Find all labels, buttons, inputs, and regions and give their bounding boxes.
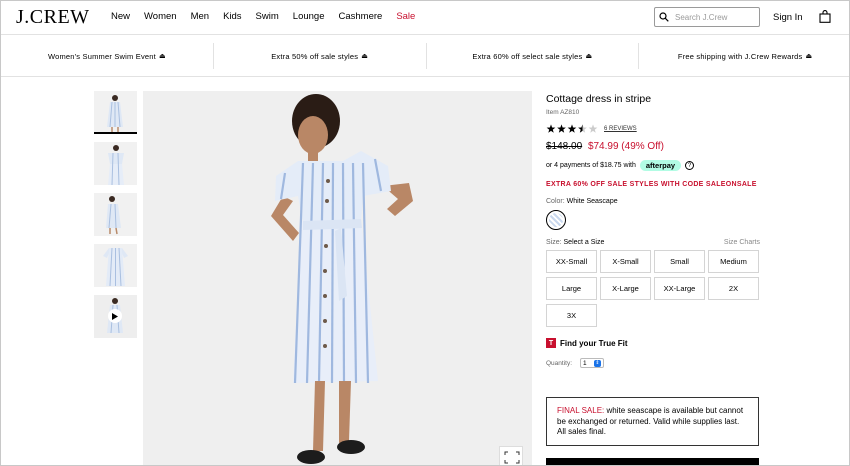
promo-extra-50[interactable]: Extra 50% off sale styles ⏏ [214,43,427,69]
thumbnail-2[interactable] [94,142,137,185]
thumbnail-4[interactable] [94,244,137,287]
star-icon [588,124,598,133]
size-small[interactable]: Small [654,250,705,273]
final-sale-notice: FINAL SALE: white seascape is available … [546,397,759,446]
color-label: Color: [546,198,565,205]
item-number: Item AZ810 [546,109,580,116]
afterpay-text: or 4 payments of $18.75 with [546,162,636,169]
rating-stars [546,124,598,133]
size-charts-link[interactable]: Size Charts [724,239,760,246]
reviews-link[interactable]: 6 REVIEWS [604,126,637,132]
star-icon [557,124,566,133]
nav-men[interactable]: Men [191,11,209,22]
nav-kids[interactable]: Kids [223,11,241,22]
main-nav: New Women Men Kids Swim Lounge Cashmere … [111,11,429,22]
quantity-value: 1 [583,359,587,367]
thumbnail-list [94,91,137,346]
size-xx-small[interactable]: XX-Small [546,250,597,273]
size-grid: XX-Small X-Small Small Medium Large X-La… [546,250,760,327]
size-x-large[interactable]: X-Large [600,277,651,300]
search-input[interactable]: Search J.Crew [654,7,760,27]
size-3x[interactable]: 3X [546,304,597,327]
size-medium[interactable]: Medium [708,250,759,273]
nav-lounge[interactable]: Lounge [293,11,325,22]
promo-label: Extra 60% off select sale styles [472,51,583,61]
color-value: White Seascape [566,198,618,205]
search-placeholder: Search J.Crew [675,12,728,22]
promo-free-shipping[interactable]: Free shipping with J.Crew Rewards ⏏ [639,43,849,69]
upload-icon: ⏏ [585,53,593,60]
upload-icon: ⏏ [158,53,166,60]
sign-in-link[interactable]: Sign In [773,12,803,23]
size-x-small[interactable]: X-Small [600,250,651,273]
upload-icon: ⏏ [805,53,813,60]
star-icon [546,124,556,133]
nav-cashmere[interactable]: Cashmere [338,11,382,22]
promo-label: Free shipping with J.Crew Rewards [677,51,803,61]
nav-new[interactable]: New [111,11,130,22]
truefit-logo-icon: T [546,338,556,348]
info-icon[interactable]: ? [685,161,695,170]
chevron-updown-icon: ⇕ [594,359,602,367]
true-fit-link[interactable]: T Find your True Fit [546,338,760,348]
final-sale-label: FINAL SALE: [557,406,605,415]
original-price: $148.00 [546,141,583,152]
extra-promo: EXTRA 60% OFF SALE STYLES WITH CODE SALE… [546,181,757,188]
sale-price: $74.99 (49% Off) [587,141,664,152]
afterpay-row: or 4 payments of $18.75 with afterpay ? [546,160,760,171]
size-large[interactable]: Large [546,277,597,300]
star-icon [567,124,577,133]
thumbnail-video[interactable] [94,295,137,338]
site-header: J.CREW New Women Men Kids Swim Lounge Ca… [1,1,849,35]
true-fit-label: Find your True Fit [560,338,628,348]
promo-extra-60[interactable]: Extra 60% off select sale styles ⏏ [427,43,640,69]
promo-label: Women's Summer Swim Event [47,51,156,61]
size-label: Size: [546,239,562,246]
thumbnail-1[interactable] [94,91,137,134]
main-product-image[interactable] [143,91,532,465]
color-row: Color: White Seascape [546,198,760,205]
shopping-bag-icon[interactable] [819,10,831,23]
size-xx-large[interactable]: XX-Large [654,277,705,300]
search-icon [659,12,669,22]
add-to-bag-button[interactable] [546,458,759,465]
jcrew-logo[interactable]: J.CREW [16,6,90,29]
nav-women[interactable]: Women [144,11,177,22]
play-icon [108,309,122,323]
nav-sale[interactable]: Sale [396,11,415,22]
upload-icon: ⏏ [361,53,369,60]
nav-swim[interactable]: Swim [256,11,279,22]
quantity-label: Quantity: [546,359,573,367]
expand-image-button[interactable] [499,446,523,465]
quantity-select[interactable]: 1 ⇕ [580,358,605,368]
thumbnail-3[interactable] [94,193,137,236]
color-swatch-white-seascape[interactable] [546,210,566,230]
price-row: $148.00 $74.99 (49% Off) [546,141,760,152]
expand-icon [504,451,520,464]
quantity-row: Quantity: 1 ⇕ [546,358,760,368]
promo-label: Extra 50% off sale styles [271,51,359,61]
afterpay-badge[interactable]: afterpay [639,160,682,171]
star-icon [578,124,587,133]
product-details: Cottage dress in stripe Item AZ810 6 REV… [546,93,760,368]
promo-bar: Women's Summer Swim Event ⏏ Extra 50% off… [1,35,849,77]
promo-swim-event[interactable]: Women's Summer Swim Event ⏏ [1,43,214,69]
size-header: Size: Select a Size Size Charts [546,239,760,246]
page-frame: J.CREW New Women Men Kids Swim Lounge Ca… [0,0,850,466]
rating-row: 6 REVIEWS [546,124,760,134]
product-title: Cottage dress in stripe [546,93,652,105]
size-2x[interactable]: 2X [708,277,759,300]
size-value: Select a Size [563,239,605,246]
